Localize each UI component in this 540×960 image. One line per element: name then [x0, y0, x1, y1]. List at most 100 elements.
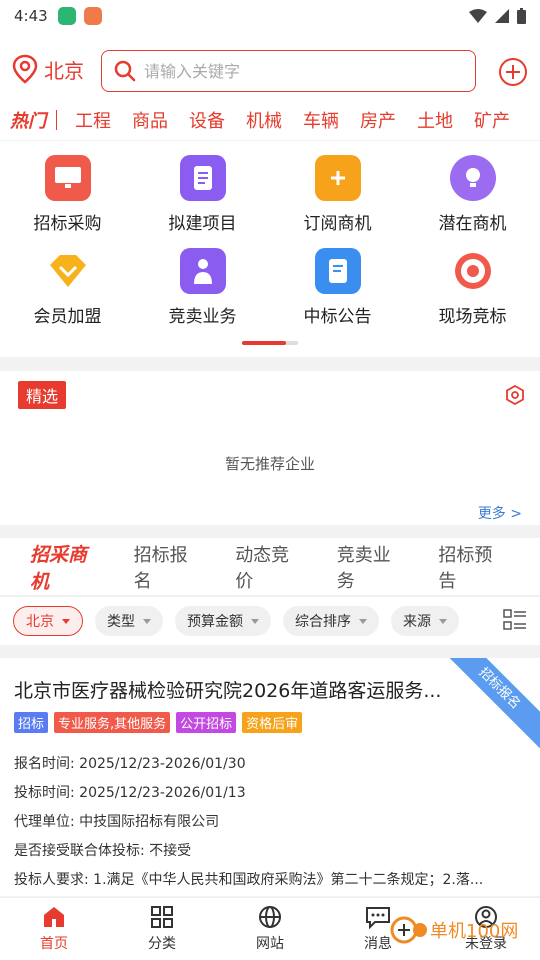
page-indicator-active [242, 341, 286, 345]
grid-item-onsite-bidding[interactable]: 现场竞标 [405, 248, 540, 327]
bulb-icon [449, 155, 496, 201]
wifi-icon [469, 9, 487, 23]
city-selector[interactable]: 北京 [12, 54, 84, 84]
nav-label: 首页 [40, 936, 68, 952]
grid-item-award-notice[interactable]: 中标公告 [270, 248, 405, 327]
app-notification-icon-2 [83, 7, 102, 25]
caret-down-icon [251, 618, 259, 624]
monitor-icon [44, 155, 91, 201]
hot-keyword[interactable]: 商品 [132, 107, 168, 133]
battery-icon [517, 8, 526, 24]
grid-label: 会员加盟 [33, 307, 102, 327]
hot-label: 热门 [10, 111, 46, 132]
card-tag: 专业服务,其他服务 [54, 712, 171, 733]
grid-qr-icon [151, 906, 173, 928]
status-ribbon: 招标报名 [436, 658, 540, 752]
grid-item-bidding[interactable]: 招标采购 [0, 155, 135, 234]
watermark-text: 单机100网 [430, 921, 519, 942]
status-bar: 4:43 [0, 0, 540, 32]
list-view-icon[interactable] [503, 609, 527, 631]
hot-keyword[interactable]: 工程 [75, 107, 111, 133]
card-tags: 招标 专业服务,其他服务 公开招标 资格后审 [14, 712, 303, 733]
home-icon [44, 907, 64, 927]
hot-keyword[interactable]: 设备 [189, 107, 225, 133]
nav-label: 网站 [256, 936, 284, 952]
status-right [469, 8, 526, 24]
featured-section: 精选 暂无推荐企业 更多 > [0, 371, 540, 525]
filter-label: 来源 [403, 614, 431, 630]
tender-card[interactable]: 招标报名 北京市医疗器械检验研究院2026年道路客运服务... 招标 专业服务,… [0, 658, 540, 896]
grid-label: 订阅商机 [303, 214, 372, 234]
tab-item[interactable]: 招标预告 [438, 541, 510, 593]
filter-sort[interactable]: 综合排序 [283, 606, 379, 636]
search-input[interactable] [144, 61, 444, 81]
filter-budget[interactable]: 预算金额 [175, 606, 271, 636]
more-link[interactable]: 更多 > [478, 503, 522, 523]
grid-label: 中标公告 [303, 307, 372, 327]
watermark-logo: 单机100网 [390, 915, 518, 945]
hot-keyword[interactable]: 土地 [417, 107, 453, 133]
tab-item[interactable]: 竞卖业务 [337, 541, 409, 593]
caret-down-icon [359, 618, 367, 624]
message-icon [366, 907, 390, 929]
caret-down-icon [62, 618, 70, 624]
tab-brand[interactable]: 招采商机 [30, 540, 106, 594]
filter-type[interactable]: 类型 [95, 606, 163, 636]
hot-keyword[interactable]: 房产 [360, 107, 396, 133]
filter-source[interactable]: 来源 [391, 606, 459, 636]
tab-item[interactable]: 动态竞价 [235, 541, 307, 593]
opportunity-tabs: 招采商机 招标报名 动态竞价 竞卖业务 招标预告 [0, 538, 540, 596]
hot-keyword[interactable]: 车辆 [303, 107, 339, 133]
search-icon [114, 60, 136, 82]
grid-label: 拟建项目 [168, 214, 237, 234]
card-tag: 公开招标 [176, 712, 237, 733]
diamond-icon [45, 248, 91, 294]
tab-item[interactable]: 招标报名 [134, 541, 206, 593]
target-icon [450, 248, 496, 294]
field-bid-time: 投标时间: 2025/12/23-2026/01/13 [14, 785, 246, 801]
field-agency: 代理单位: 中技国际招标有限公司 [14, 814, 220, 830]
filter-label: 综合排序 [295, 614, 351, 630]
grid-label: 潜在商机 [438, 214, 507, 234]
nav-label: 分类 [148, 936, 176, 952]
nav-website[interactable]: 网站 [216, 898, 324, 960]
grid-item-potential[interactable]: 潜在商机 [405, 155, 540, 234]
hot-keyword[interactable]: 机械 [246, 107, 282, 133]
top-bar: 北京 热门 工程 商品 设备 机械 车辆 房产 土地 矿产 [0, 32, 540, 140]
add-button[interactable] [498, 57, 528, 91]
hot-keyword[interactable]: 矿产 [474, 107, 510, 133]
filter-bar: 北京 类型 预算金额 综合排序 来源 [0, 597, 540, 645]
watermark-icon [390, 916, 427, 944]
signal-icon [495, 9, 509, 23]
subscribe-icon [314, 155, 361, 201]
grid-item-membership[interactable]: 会员加盟 [0, 248, 135, 327]
filter-label: 北京 [26, 614, 54, 630]
nav-home[interactable]: 首页 [0, 898, 108, 960]
page-indicator [242, 341, 298, 345]
status-time: 4:43 [14, 7, 48, 25]
empty-state-text: 暂无推荐企业 [224, 455, 315, 473]
card-title: 北京市医疗器械检验研究院2026年道路客运服务... [14, 680, 442, 702]
grid-item-subscribe[interactable]: 订阅商机 [270, 155, 405, 234]
filter-label: 预算金额 [187, 614, 243, 630]
grid-item-auction[interactable]: 竞卖业务 [135, 248, 270, 327]
caret-down-icon [439, 618, 447, 624]
grid-label: 现场竞标 [438, 307, 507, 327]
featured-tag: 精选 [18, 381, 67, 409]
card-fields: 报名时间: 2025/12/23-2026/01/30 投标时间: 2025/1… [14, 754, 514, 896]
filter-city[interactable]: 北京 [13, 606, 83, 636]
field-requirements: 投标人要求: 1.满足《中华人民共和国政府采购法》第二十二条规定；2.落... [14, 872, 484, 888]
auction-icon [179, 248, 226, 294]
settings-hex-icon[interactable] [505, 385, 525, 405]
globe-icon [259, 906, 281, 928]
location-pin-icon [12, 54, 38, 84]
feature-grid-panel: 招标采购 拟建项目 订阅商机 潜在商机 会员加盟 竞卖业务 中标公告 现场竞标 [0, 141, 540, 357]
search-box[interactable] [101, 50, 476, 92]
caret-down-icon [143, 618, 151, 624]
nav-category[interactable]: 分类 [108, 898, 216, 960]
grid-item-planned-projects[interactable]: 拟建项目 [135, 155, 270, 234]
grid-label: 竞卖业务 [168, 307, 237, 327]
app-notification-icon [57, 7, 76, 25]
divider [56, 110, 57, 130]
feature-grid: 招标采购 拟建项目 订阅商机 潜在商机 会员加盟 竞卖业务 中标公告 现场竞标 [0, 155, 540, 327]
